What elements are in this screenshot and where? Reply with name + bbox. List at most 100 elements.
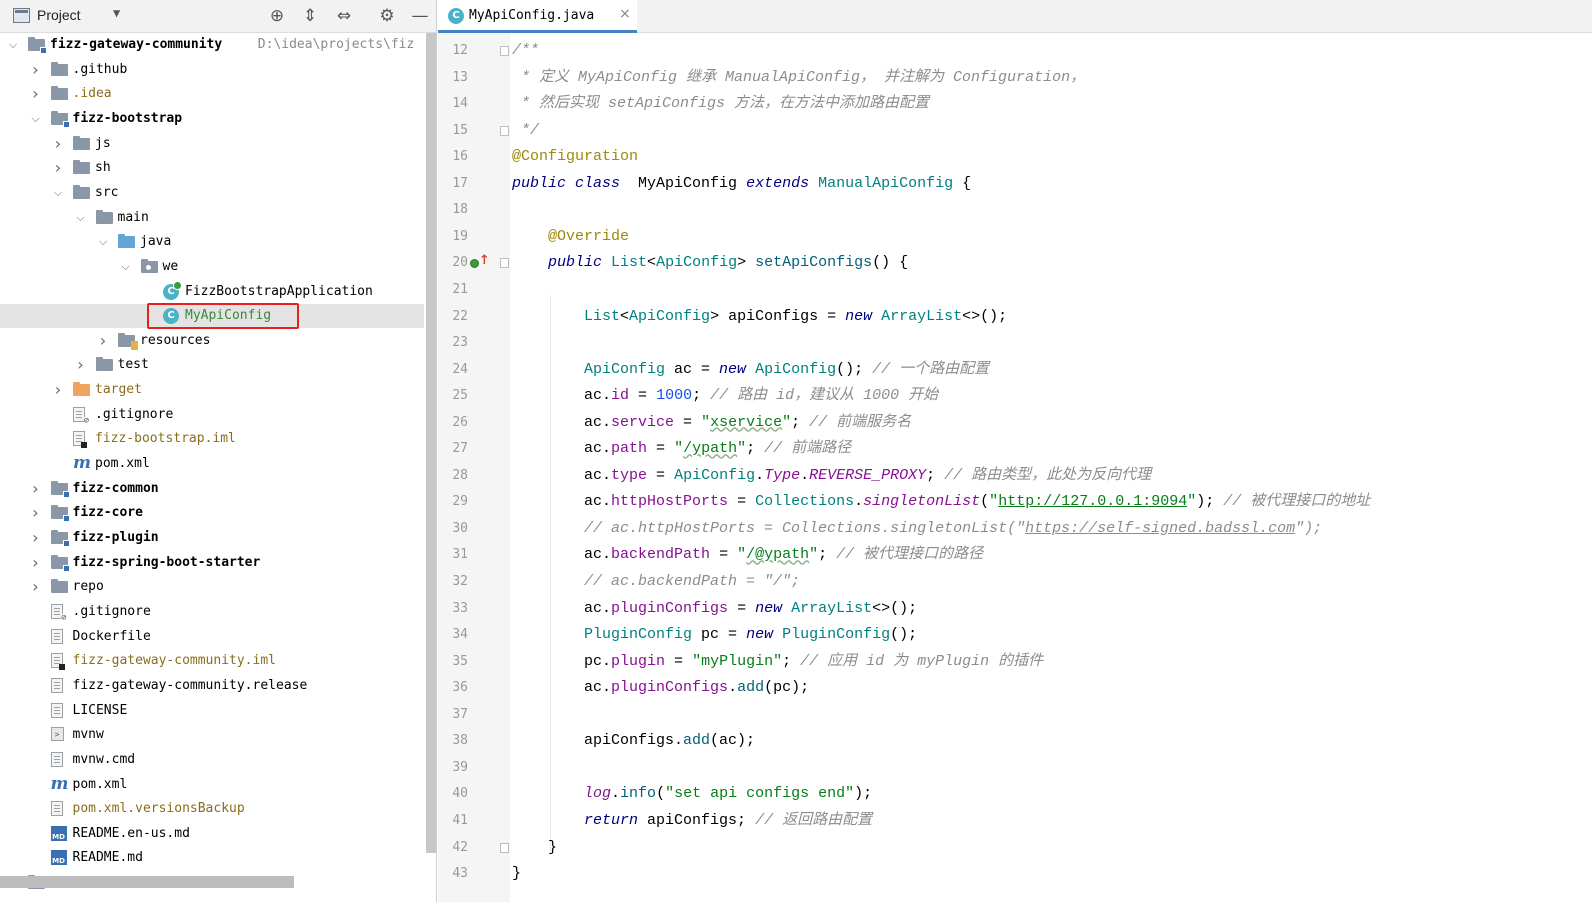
tree-item-label: fizz-common: [72, 480, 159, 496]
tree-item-fizz-plugin[interactable]: › fizz-plugin: [0, 526, 424, 550]
line-number: 37: [452, 706, 468, 722]
tree-item-fizz-core[interactable]: › fizz-core: [0, 501, 424, 525]
code-line: List<ApiConfig> apiConfigs = new ArrayLi…: [584, 307, 1008, 325]
tree-item-readme-en-us-md[interactable]: MD README.en-us.md: [0, 822, 424, 846]
line-number: 16: [452, 149, 468, 165]
chevron-right-icon[interactable]: ›: [51, 132, 65, 156]
project-icon: [13, 8, 30, 23]
tree-item-repo[interactable]: › repo: [0, 575, 424, 599]
tree-item-target[interactable]: › target: [0, 378, 424, 402]
tree-item-fizz-gateway-community-release[interactable]: fizz-gateway-community.release: [0, 674, 424, 698]
tree-item-readme-md[interactable]: MD README.md: [0, 846, 424, 870]
line-number: 34: [452, 627, 468, 643]
tree-item-dockerfile[interactable]: Dockerfile: [0, 625, 424, 649]
tree-item-label: fizz-bootstrap.iml: [95, 431, 236, 447]
close-tab-icon[interactable]: ×: [619, 6, 631, 22]
line-number: 25: [452, 388, 468, 404]
tree-item-main[interactable]: ⌵ main: [0, 206, 424, 230]
tree-item-fizz-spring-boot-starter[interactable]: › fizz-spring-boot-starter: [0, 551, 424, 575]
tree-item-label: LICENSE: [72, 702, 128, 718]
chevron-right-icon[interactable]: ›: [51, 378, 65, 402]
tree-item-test[interactable]: › test: [0, 353, 424, 377]
tree-item-java[interactable]: ⌵ java: [0, 230, 424, 254]
code-line: * 定义 MyApiConfig 继承 ManualApiConfig， 并注解…: [512, 68, 1086, 86]
tree-item-resources[interactable]: › resources: [0, 329, 424, 353]
line-number: 43: [452, 866, 468, 882]
tree-vertical-scrollbar[interactable]: [426, 33, 436, 853]
tree-item-pom-xml-versionsbackup[interactable]: pom.xml.versionsBackup: [0, 797, 424, 821]
fold-marker-icon[interactable]: [500, 842, 509, 853]
tree-horizontal-scrollbar[interactable]: [0, 876, 294, 888]
chevron-right-icon[interactable]: ›: [29, 82, 43, 106]
chevron-right-icon[interactable]: ›: [29, 477, 43, 501]
chevron-down-icon[interactable]: ⌵: [51, 181, 65, 205]
line-number: 28: [452, 467, 468, 483]
tree-item-src[interactable]: ⌵ src: [0, 181, 424, 205]
code-line: // ac.httpHostPorts = Collections.single…: [584, 519, 1323, 537]
tree-item-idea[interactable]: › .idea: [0, 82, 424, 106]
iml-file-icon: [73, 431, 87, 449]
tree-item-pom-xml[interactable]: m pom.xml: [0, 773, 424, 797]
tree-item-label: mvnw: [72, 727, 104, 743]
chevron-right-icon[interactable]: ›: [29, 575, 43, 599]
tree-item-fizz-gateway-community[interactable]: ⌵ fizz-gateway-community D:\idea\projects\…: [0, 33, 424, 57]
code-line: ac.service = "xservice"; // 前端服务名: [512, 413, 912, 431]
collapse-all-icon[interactable]: ⇔: [333, 5, 355, 27]
tree-item-label: .github: [72, 61, 128, 77]
tree-item-license[interactable]: LICENSE: [0, 699, 424, 723]
folder-icon: [73, 184, 90, 200]
chevron-right-icon[interactable]: ›: [29, 58, 43, 82]
fold-marker-icon[interactable]: [500, 125, 509, 136]
hide-icon[interactable]: —: [409, 5, 431, 27]
chevron-right-icon[interactable]: ›: [74, 353, 88, 377]
chevron-down-icon[interactable]: ⌵: [119, 255, 133, 279]
tree-item-fizz-bootstrap[interactable]: ⌵ fizz-bootstrap: [0, 107, 424, 131]
tree-item-fizzbootstrapapplication[interactable]: C FizzBootstrapApplication: [0, 280, 424, 304]
tree-item-label: fizz-gateway-community: [50, 37, 223, 52]
settings-icon[interactable]: ⚙: [376, 5, 398, 27]
tree-item-label: FizzBootstrapApplication: [185, 283, 373, 299]
chevron-down-icon[interactable]: ⌵: [6, 33, 20, 57]
chevron-down-icon[interactable]: ⌵: [74, 206, 88, 230]
tree-item-pom-xml[interactable]: m pom.xml: [0, 452, 424, 476]
tree-item-label: main: [117, 209, 149, 225]
code-area[interactable]: /** * 定义 MyApiConfig 继承 ManualApiConfig，…: [512, 33, 1592, 902]
chevron-right-icon[interactable]: ›: [96, 329, 110, 353]
chevron-right-icon[interactable]: ›: [29, 526, 43, 550]
line-number: 36: [452, 680, 468, 696]
tree-item-label: pom.xml: [72, 776, 128, 792]
tree-item-sh[interactable]: › sh: [0, 156, 424, 180]
chevron-right-icon[interactable]: ›: [29, 501, 43, 525]
tree-item-fizz-common[interactable]: › fizz-common: [0, 477, 424, 501]
tree-item-fizz-bootstrap-iml[interactable]: fizz-bootstrap.iml: [0, 427, 424, 451]
tree-item-label: resources: [140, 332, 211, 348]
code-line: public List<ApiConfig> setApiConfigs() {: [548, 254, 909, 272]
chevron-right-icon[interactable]: ›: [51, 156, 65, 180]
view-mode-dropdown-icon[interactable]: ▼: [113, 6, 120, 20]
tree-item-github[interactable]: › .github: [0, 58, 424, 82]
chevron-down-icon[interactable]: ⌵: [96, 230, 110, 254]
code-line: ac.httpHostPorts = Collections.singleton…: [512, 493, 1371, 511]
fold-marker-icon[interactable]: [500, 46, 509, 56]
tree-item-fizz-gateway-community-iml[interactable]: fizz-gateway-community.iml: [0, 649, 424, 673]
tree-item-js[interactable]: › js: [0, 132, 424, 156]
tree-item-mvnw-cmd[interactable]: mvnw.cmd: [0, 748, 424, 772]
locate-icon[interactable]: ⊕: [266, 5, 288, 27]
chevron-down-icon[interactable]: ⌵: [29, 107, 43, 131]
line-number: 17: [452, 175, 468, 191]
expand-all-icon[interactable]: ⇕: [299, 5, 321, 27]
tree-item-we[interactable]: ⌵ we: [0, 255, 424, 279]
tree-item-label: fizz-gateway-community.iml: [72, 653, 277, 669]
line-number: 12: [452, 43, 468, 58]
tab-myapiconfig[interactable]: C MyApiConfig.java ×: [438, 0, 637, 33]
chevron-right-icon[interactable]: ›: [29, 551, 43, 575]
code-line: apiConfigs.add(ac);: [512, 732, 756, 750]
project-panel-title[interactable]: Project: [37, 7, 81, 23]
tree-item-mvnw[interactable]: > mvnw: [0, 723, 424, 747]
tree-item-label: .gitignore: [95, 406, 174, 422]
override-method-icon[interactable]: ↑: [470, 253, 490, 271]
line-number: 24: [452, 361, 468, 377]
tree-item-gitignore[interactable]: .gitignore: [0, 403, 424, 427]
fold-marker-icon[interactable]: [500, 258, 509, 269]
tree-item-gitignore[interactable]: .gitignore: [0, 600, 424, 624]
